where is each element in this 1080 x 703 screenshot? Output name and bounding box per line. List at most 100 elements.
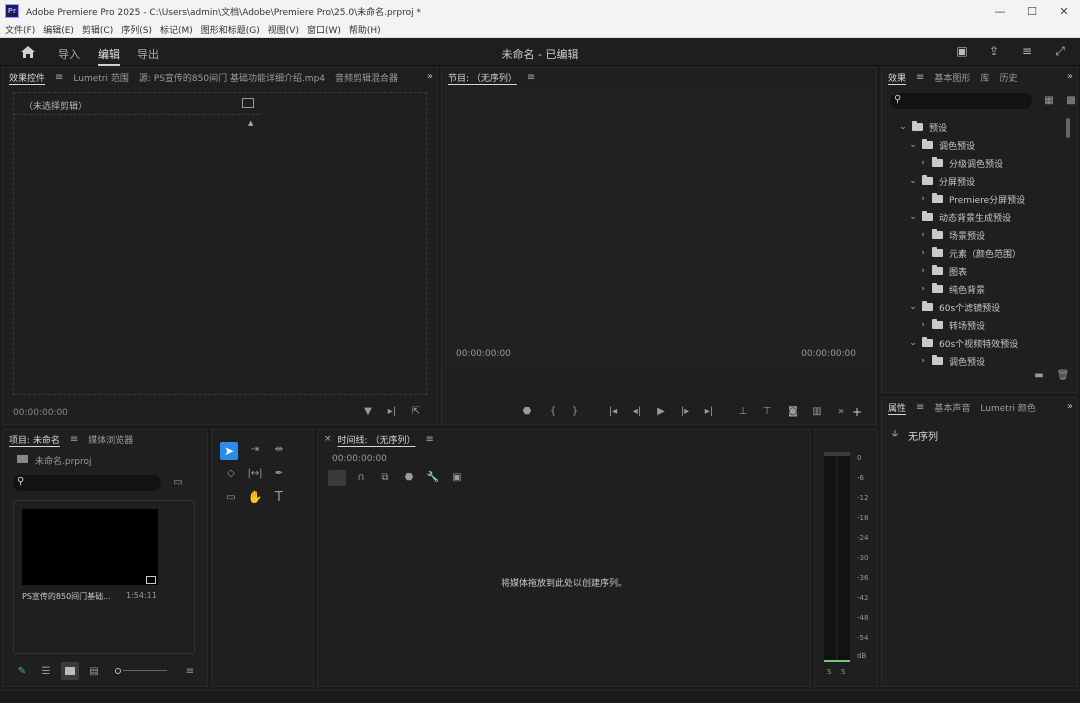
toggle-timeline-icon[interactable] (242, 98, 254, 108)
tab-effects[interactable]: 效果 (888, 71, 906, 84)
tab-media-browser[interactable]: 媒体浏览器 (88, 433, 133, 446)
overflow-chevron-icon[interactable]: » (427, 71, 433, 82)
chevron-down-icon[interactable]: ⌄ (898, 122, 908, 132)
chevron-down-icon[interactable]: ⌄ (908, 212, 918, 222)
panel-menu-icon[interactable]: ≡ (916, 402, 924, 413)
effects-tree-item[interactable]: › 纯色背景 (918, 280, 985, 298)
chevron-right-icon[interactable]: › (918, 230, 928, 240)
panel-menu-icon[interactable]: ≡ (916, 72, 924, 83)
menu-file[interactable]: 文件(F) (5, 23, 35, 36)
maximize-button[interactable]: ☐ (1016, 0, 1048, 22)
captions-icon[interactable]: ▣ (450, 472, 464, 483)
clip-name[interactable]: PS宣传的850间门基础... (22, 591, 111, 602)
effects-tree-item[interactable]: ⌄ 60s个视频特效预设 (908, 334, 1018, 352)
clip-thumbnail[interactable] (22, 509, 158, 585)
menu-clip[interactable]: 剪辑(C) (82, 23, 113, 36)
snap-icon[interactable]: ∩ (354, 472, 368, 483)
chevron-right-icon[interactable]: › (918, 266, 928, 276)
tab-libraries[interactable]: 库 (980, 71, 989, 84)
step-back-icon[interactable]: ◂| (630, 406, 644, 417)
icon-view-button[interactable] (61, 662, 79, 680)
ripple-edit-tool-icon[interactable]: ⇹ (270, 444, 288, 455)
extract-icon[interactable]: ⊤ (760, 406, 774, 417)
tab-properties[interactable]: 属性 (888, 401, 906, 414)
quick-export-icon[interactable]: ▣ (954, 44, 970, 60)
go-to-out-icon[interactable]: ▸| (702, 406, 716, 417)
filter-icon[interactable]: ▼ (361, 406, 375, 417)
linked-selection-icon[interactable]: ⧉ (378, 472, 392, 483)
tab-lumetri-scopes[interactable]: Lumetri 范围 (73, 71, 128, 84)
menu-edit[interactable]: 编辑(E) (43, 23, 74, 36)
overflow-chevron-icon[interactable]: » (1067, 401, 1073, 412)
list-view-icon[interactable]: ☰ (39, 666, 53, 677)
nest-toggle-icon[interactable] (328, 470, 346, 486)
effects-tree-item[interactable]: ⌄ 动态背景生成预设 (908, 208, 1011, 226)
play-only-icon[interactable]: ▸| (385, 406, 399, 417)
effects-tree-item[interactable]: ⌄ 调色预设 (908, 136, 975, 154)
effects-search-input[interactable]: ⚲ (890, 93, 1032, 109)
effects-tree-item[interactable]: › 图表 (918, 262, 967, 280)
tab-program[interactable]: 节目: （无序列） (448, 71, 517, 84)
close-tab-icon[interactable]: × (324, 434, 332, 444)
wrench-icon[interactable]: 🔧 (426, 472, 440, 483)
effects-tree-item[interactable]: › 元素（颜色范围） (918, 244, 1021, 262)
slip-tool-icon[interactable]: |↔| (246, 468, 264, 479)
tab-history[interactable]: 历史 (999, 71, 1017, 84)
menu-graphics[interactable]: 图形和标题(G) (201, 23, 260, 36)
tab-essential-sound[interactable]: 基本声音 (934, 401, 970, 414)
chevron-down-icon[interactable]: ⌄ (908, 140, 918, 150)
tab-timeline[interactable]: 时间线: （无序列） (338, 433, 416, 446)
chevron-down-icon[interactable]: ⌄ (908, 338, 918, 348)
hand-tool-icon[interactable]: ✋ (246, 490, 264, 504)
overflow-chevron-icon[interactable]: » (1067, 71, 1073, 82)
workspaces-icon[interactable]: ≡ (1019, 44, 1035, 60)
tab-essential-graphics[interactable]: 基本图形 (934, 71, 970, 84)
tab-lumetri-color[interactable]: Lumetri 颜色 (980, 401, 1035, 414)
delete-icon[interactable]: 🗑 (1056, 370, 1070, 381)
panel-menu-icon[interactable]: ≡ (425, 434, 433, 445)
fullscreen-icon[interactable]: ⤢ (1052, 44, 1068, 60)
timeline-timecode[interactable]: 00:00:00:00 (332, 454, 387, 464)
effects-tree-item[interactable]: ⌄ 分屏预设 (908, 172, 975, 190)
chevron-down-icon[interactable]: ⌄ (908, 176, 918, 186)
chevron-right-icon[interactable]: › (918, 248, 928, 258)
effects-scrollbar[interactable] (1066, 118, 1070, 138)
tab-audio-clip-mixer[interactable]: 音频剪辑混合器 (335, 71, 398, 84)
menu-sequence[interactable]: 序列(S) (121, 23, 152, 36)
selection-tool-icon[interactable]: ➤ (220, 442, 238, 460)
close-button[interactable]: ✕ (1048, 0, 1080, 22)
effects-tree-item[interactable]: ⌄ 预设 (898, 118, 947, 136)
panel-menu-icon[interactable]: ≡ (70, 434, 78, 445)
find-icon[interactable]: ▭ (171, 477, 185, 488)
mark-out-icon[interactable]: } (568, 406, 582, 417)
tab-project[interactable]: 项目: 未命名 (9, 433, 60, 446)
program-viewer[interactable] (442, 86, 876, 364)
new-bin-icon[interactable]: ▬ (1032, 370, 1046, 381)
chevron-right-icon[interactable]: › (918, 356, 928, 366)
export-frame-icon[interactable]: ◙ (786, 406, 800, 417)
chevron-right-icon[interactable]: › (918, 158, 928, 168)
pencil-icon[interactable]: ✎ (15, 666, 29, 677)
sort-icons-icon[interactable]: ≡ (183, 666, 197, 677)
effects-tree-item[interactable]: › 分级调色预设 (918, 154, 1003, 172)
menu-window[interactable]: 窗口(W) (307, 23, 341, 36)
freeform-view-icon[interactable]: ▤ (87, 666, 101, 677)
accelerated-effects-icon[interactable]: ▦ (1042, 95, 1056, 106)
pen-tool-icon[interactable]: ✒ (270, 468, 288, 479)
timeline-drop-area[interactable]: 将媒体拖放到此处以创建序列。 (318, 490, 810, 686)
collapse-up-icon[interactable]: ▲ (248, 119, 253, 127)
tab-effect-controls[interactable]: 效果控件 (9, 71, 45, 84)
track-select-tool-icon[interactable]: ⇥ (246, 444, 264, 455)
chevron-right-icon[interactable]: › (918, 194, 928, 204)
add-marker-icon[interactable]: ⬣ (520, 406, 534, 417)
program-playhead-timecode[interactable]: 00:00:00:00 (456, 349, 511, 359)
rectangle-tool-icon[interactable]: ▭ (222, 492, 240, 503)
play-icon[interactable]: ▶ (654, 406, 668, 417)
effects-tree-item[interactable]: › Premiere分屏预设 (918, 190, 1025, 208)
chevron-down-icon[interactable]: ⌄ (908, 302, 918, 312)
effects-tree-item[interactable]: › 转场预设 (918, 316, 985, 334)
button-editor-add-icon[interactable]: + (850, 405, 864, 419)
solo-right-button[interactable]: S (841, 668, 845, 676)
32bit-effects-icon[interactable]: ▩ (1064, 95, 1078, 106)
zoom-slider[interactable] (123, 670, 167, 671)
